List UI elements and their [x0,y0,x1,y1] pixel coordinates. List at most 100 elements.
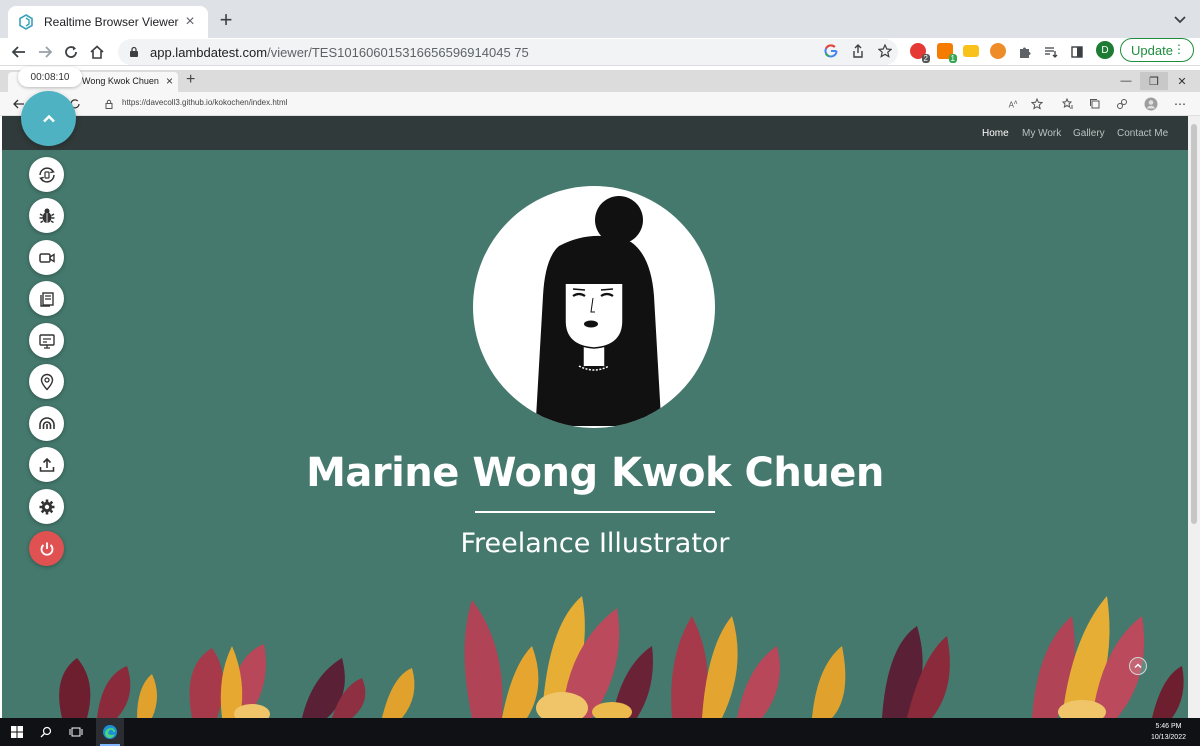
chrome-toolbar: app.lambdatest.com/viewer/TES10160601531… [0,38,1200,66]
back-arrow-icon[interactable] [8,41,30,63]
edge-favorite-add-icon[interactable] [1030,97,1044,111]
edge-toolbar: https://davecoll3.github.io/kokochen/ind… [0,92,1200,116]
adblock-icon[interactable]: 2 [910,43,930,63]
edge-lock-icon[interactable] [102,97,116,111]
settings-button[interactable] [29,489,64,524]
taskbar-time: 5:46 PM [1155,723,1182,730]
read-aloud-icon[interactable]: Aʌ [1006,97,1020,111]
url-host: app.lambdatest.com [150,44,268,60]
home-icon[interactable] [86,41,108,63]
record-video-button[interactable] [29,240,64,275]
lambdatest-favicon-icon [19,14,33,30]
edge-tab-strip: Wong Kwok Chuen × + — ❐ ✕ [0,70,1200,92]
adblock-badge: 2 [921,54,930,63]
edge-tab-title: Wong Kwok Chuen [82,76,159,86]
grammarly-icon[interactable] [990,43,1006,59]
edge-profile-icon[interactable] [1144,97,1158,111]
side-panel-icon[interactable] [1066,41,1088,63]
hero-name-heading: Marine Wong Kwok Chuen [306,450,884,496]
network-throttle-button[interactable] [29,406,64,441]
location-icon [40,373,53,391]
scrollbar-thumb[interactable] [1191,124,1197,524]
extension-yellow-icon[interactable] [963,45,979,57]
settings-icon [39,499,54,514]
new-tab-button[interactable]: + [216,8,236,32]
google-icon[interactable] [822,42,840,60]
resolution-button[interactable] [29,323,64,358]
bookmark-star-icon[interactable] [876,42,894,60]
chevron-down-icon[interactable] [1172,10,1188,28]
screenshot-icon [39,291,54,307]
close-tab-icon[interactable]: × [182,13,198,31]
extensions-puzzle-icon[interactable] [1014,41,1036,63]
extension-orange-icon[interactable]: 1 [937,43,957,63]
bug-icon [39,208,54,223]
geolocation-button[interactable] [29,364,64,399]
chrome-tab-active[interactable]: Realtime Browser Viewer × [8,6,208,38]
nav-my-work[interactable]: My Work [1022,128,1061,139]
rotate-device-button[interactable] [29,157,64,192]
update-label: Update [1131,42,1173,58]
foliage-decoration [59,596,1184,718]
collections-icon[interactable] [1088,97,1102,111]
profile-avatar[interactable]: D [1096,41,1114,59]
resolution-icon [38,333,55,349]
url-path: /viewer/TES101606015316656596914045 75 [267,44,529,60]
video-icon [38,252,55,263]
edge-new-tab-button[interactable]: + [186,71,195,89]
close-window-icon[interactable]: ✕ [1168,72,1196,90]
forward-arrow-icon[interactable] [34,41,56,63]
hero-divider [475,511,715,513]
share-icon[interactable] [849,42,867,60]
update-button[interactable]: Update ⋮ [1120,38,1194,62]
edge-menu-icon[interactable]: ⋯ [1173,97,1187,111]
page-scrollbar[interactable] [1188,116,1200,718]
task-view-icon[interactable] [67,723,85,741]
upload-file-button[interactable] [29,447,64,482]
taskbar-date: 10/13/2022 [1150,734,1186,741]
edge-browser-icon[interactable] [101,723,119,741]
toolbar-collapse-button[interactable] [21,91,76,146]
bug-report-button[interactable] [29,198,64,233]
leaf-cluster-right [671,596,1184,718]
close-tab-icon[interactable]: × [166,74,173,88]
nav-gallery[interactable]: Gallery [1073,128,1105,139]
chrome-tab-title: Realtime Browser Viewer [44,15,179,29]
site-navbar: Home My Work Gallery Contact Me [2,116,1188,150]
edge-url-text[interactable]: https://davecoll3.github.io/kokochen/ind… [122,98,287,107]
profile-illustration [473,186,715,428]
leaf-cluster-center [464,596,653,718]
reading-list-icon[interactable] [1040,41,1062,63]
url-text: app.lambdatest.com/viewer/TES10160601531… [150,45,529,60]
upload-icon [39,457,54,472]
taskbar-clock[interactable]: 5:46 PM 10/13/2022 [1151,721,1186,743]
end-session-button[interactable] [29,531,64,566]
extension-badge: 1 [948,54,957,63]
rotate-icon [38,166,55,183]
network-throttle-icon [38,416,55,429]
address-bar[interactable]: app.lambdatest.com/viewer/TES10160601531… [118,39,898,65]
scroll-to-top-button[interactable] [1129,657,1147,675]
windows-taskbar: 5:46 PM 10/13/2022 [0,718,1200,746]
more-menu-icon[interactable]: ⋮ [1173,42,1185,56]
session-timer: 00:08:10 [18,67,82,87]
nav-home[interactable]: Home [982,128,1009,139]
power-icon [40,542,53,556]
windows-start-icon[interactable] [8,723,26,741]
reload-icon[interactable] [60,41,82,63]
leaf-cluster-left [59,644,415,718]
restore-icon[interactable]: ❐ [1140,72,1168,90]
chrome-tab-strip: Realtime Browser Viewer × + [0,0,1200,38]
nav-contact-me[interactable]: Contact Me [1117,128,1168,139]
chevron-up-icon [1134,663,1142,669]
illustrated-portrait-icon [536,196,661,426]
edge-extensions-icon[interactable] [1115,97,1129,111]
website-viewport: Home My Work Gallery Contact Me Marine W… [2,116,1188,718]
hero-subtitle: Freelance Illustrator [460,528,730,559]
chevron-up-icon [42,114,55,122]
screenshot-button[interactable] [29,281,64,316]
lock-icon[interactable] [128,46,140,58]
favorites-icon[interactable] [1061,97,1075,111]
search-icon[interactable] [37,723,55,741]
minimize-icon[interactable]: — [1112,72,1140,90]
